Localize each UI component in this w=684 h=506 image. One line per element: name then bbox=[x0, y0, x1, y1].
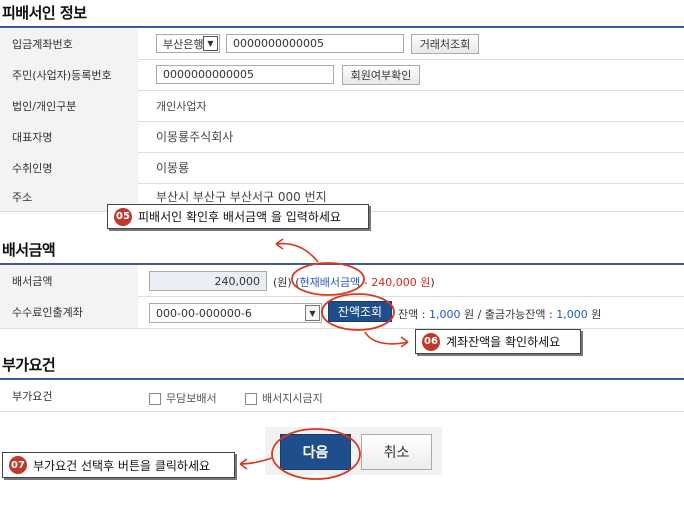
callout-06-text: 계좌잔액을 확인하세요 bbox=[446, 335, 561, 349]
step-badge-05: 05 bbox=[114, 207, 132, 226]
highlight-current-amount bbox=[291, 262, 365, 296]
step-badge-06: 06 bbox=[422, 332, 440, 351]
callout-05: 05 피배서인 확인후 배서금액 을 입력하세요 bbox=[107, 204, 369, 229]
highlight-next-button bbox=[271, 428, 361, 480]
callout-05-text: 피배서인 확인후 배서금액 을 입력하세요 bbox=[138, 210, 341, 224]
annotation-layer bbox=[239, 238, 409, 480]
callout-06: 06 계좌잔액을 확인하세요 bbox=[415, 329, 581, 354]
highlight-balance-button bbox=[321, 293, 395, 331]
step-badge-07: 07 bbox=[9, 456, 27, 474]
callout-07: 07 부가요건 선택후 버튼을 클릭하세요 bbox=[2, 452, 235, 478]
callout-07-text: 부가요건 선택후 버튼을 클릭하세요 bbox=[33, 458, 211, 473]
arrow-05 bbox=[275, 242, 319, 263]
